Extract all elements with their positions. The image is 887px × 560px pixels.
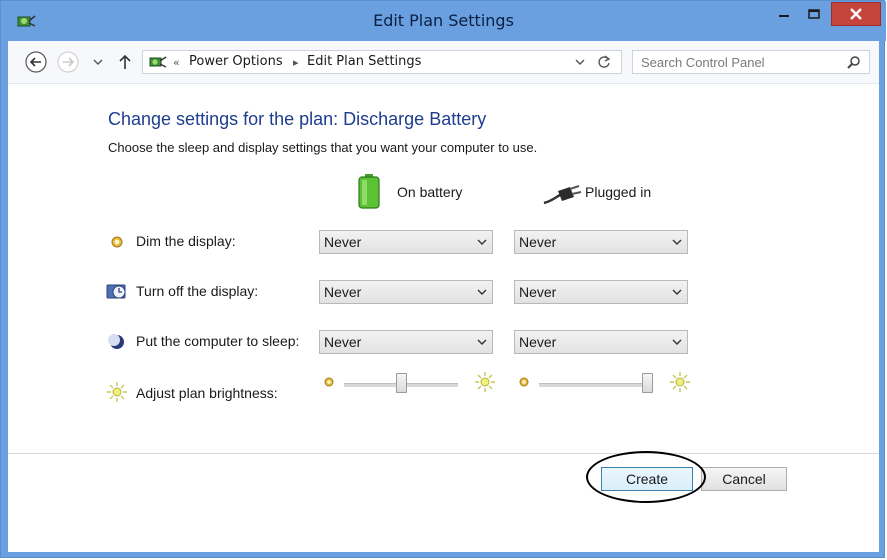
slider-track[interactable] [539,383,653,387]
breadcrumb-edit-plan-settings[interactable]: Edit Plan Settings [307,54,421,69]
breadcrumb-separator-icon[interactable]: ▸ [293,56,299,69]
back-arrow-icon [25,51,47,73]
maximize-icon [808,9,820,19]
refresh-icon[interactable] [595,54,613,70]
select-value: Never [324,284,362,300]
bright-sun-icon [475,372,495,392]
chevron-down-icon [93,59,103,65]
brightness-label: Adjust plan brightness: [136,385,278,401]
highlight-circle [586,451,706,503]
turn-off-display-battery-select[interactable]: Never [319,280,493,304]
chevron-down-icon [477,339,487,345]
chevron-down-icon [672,239,682,245]
on-battery-header: On battery [397,184,463,200]
dim-display-battery-select[interactable]: Never [319,230,493,254]
chevron-down-icon [672,289,682,295]
control-panel-icon [149,56,167,68]
search-box[interactable] [632,50,870,74]
page-title: Change settings for the plan: Discharge … [108,109,487,129]
address-bar[interactable]: « Power Options ▸ Edit Plan Settings [142,50,622,74]
dim-sun-icon [519,377,529,387]
battery-icon [358,174,380,209]
maximize-button[interactable] [799,2,829,26]
minimize-button[interactable] [771,2,797,26]
bright-sun-icon [670,372,690,392]
dim-sun-icon [324,377,334,387]
sleep-moon-icon [108,334,124,349]
chevron-down-icon [477,289,487,295]
sleep-plugged-select[interactable]: Never [514,330,688,354]
breadcrumb-power-options[interactable]: Power Options [189,54,283,69]
window: Edit Plan Settings « Power Options ▸ Edi… [0,0,886,558]
select-value: Never [519,334,557,350]
dim-display-plugged-select[interactable]: Never [514,230,688,254]
page-description: Choose the sleep and display settings th… [108,140,538,155]
brightness-icon [107,382,127,402]
brightness-battery-slider[interactable] [322,371,496,401]
navigation-bar: « Power Options ▸ Edit Plan Settings [8,41,879,84]
forward-button[interactable] [56,50,80,74]
title-bar[interactable]: Edit Plan Settings [1,1,886,41]
close-button[interactable] [831,2,881,26]
up-button[interactable] [116,52,134,72]
power-plug-icon [543,185,582,205]
recent-locations-button[interactable] [92,56,104,68]
turn-off-display-icon [106,284,126,299]
search-input[interactable] [641,53,831,71]
turn-off-display-label: Turn off the display: [136,283,259,299]
dim-display-icon [111,236,123,248]
slider-thumb[interactable] [641,373,653,393]
up-arrow-icon [119,54,131,69]
footer-divider [8,453,879,454]
breadcrumb-overflow-icon[interactable]: « [173,56,180,69]
turn-off-display-plugged-select[interactable]: Never [514,280,688,304]
sleep-battery-select[interactable]: Never [319,330,493,354]
forward-arrow-icon [57,51,79,73]
select-value: Never [324,334,362,350]
dim-display-label: Dim the display: [136,233,236,249]
plugged-in-header: Plugged in [585,184,652,200]
back-button[interactable] [24,50,48,74]
minimize-icon [779,15,789,17]
sleep-label: Put the computer to sleep: [136,333,300,349]
client-area: « Power Options ▸ Edit Plan Settings Cha… [8,41,879,552]
address-dropdown-icon[interactable] [573,55,587,69]
search-icon[interactable] [847,55,861,69]
window-title: Edit Plan Settings [373,11,514,30]
select-value: Never [519,234,557,250]
cancel-button[interactable]: Cancel [701,467,787,491]
brightness-plugged-slider[interactable] [517,371,691,401]
chevron-down-icon [477,239,487,245]
select-value: Never [519,284,557,300]
select-value: Never [324,234,362,250]
close-icon [850,8,862,20]
chevron-down-icon [672,339,682,345]
slider-thumb[interactable] [395,373,407,393]
